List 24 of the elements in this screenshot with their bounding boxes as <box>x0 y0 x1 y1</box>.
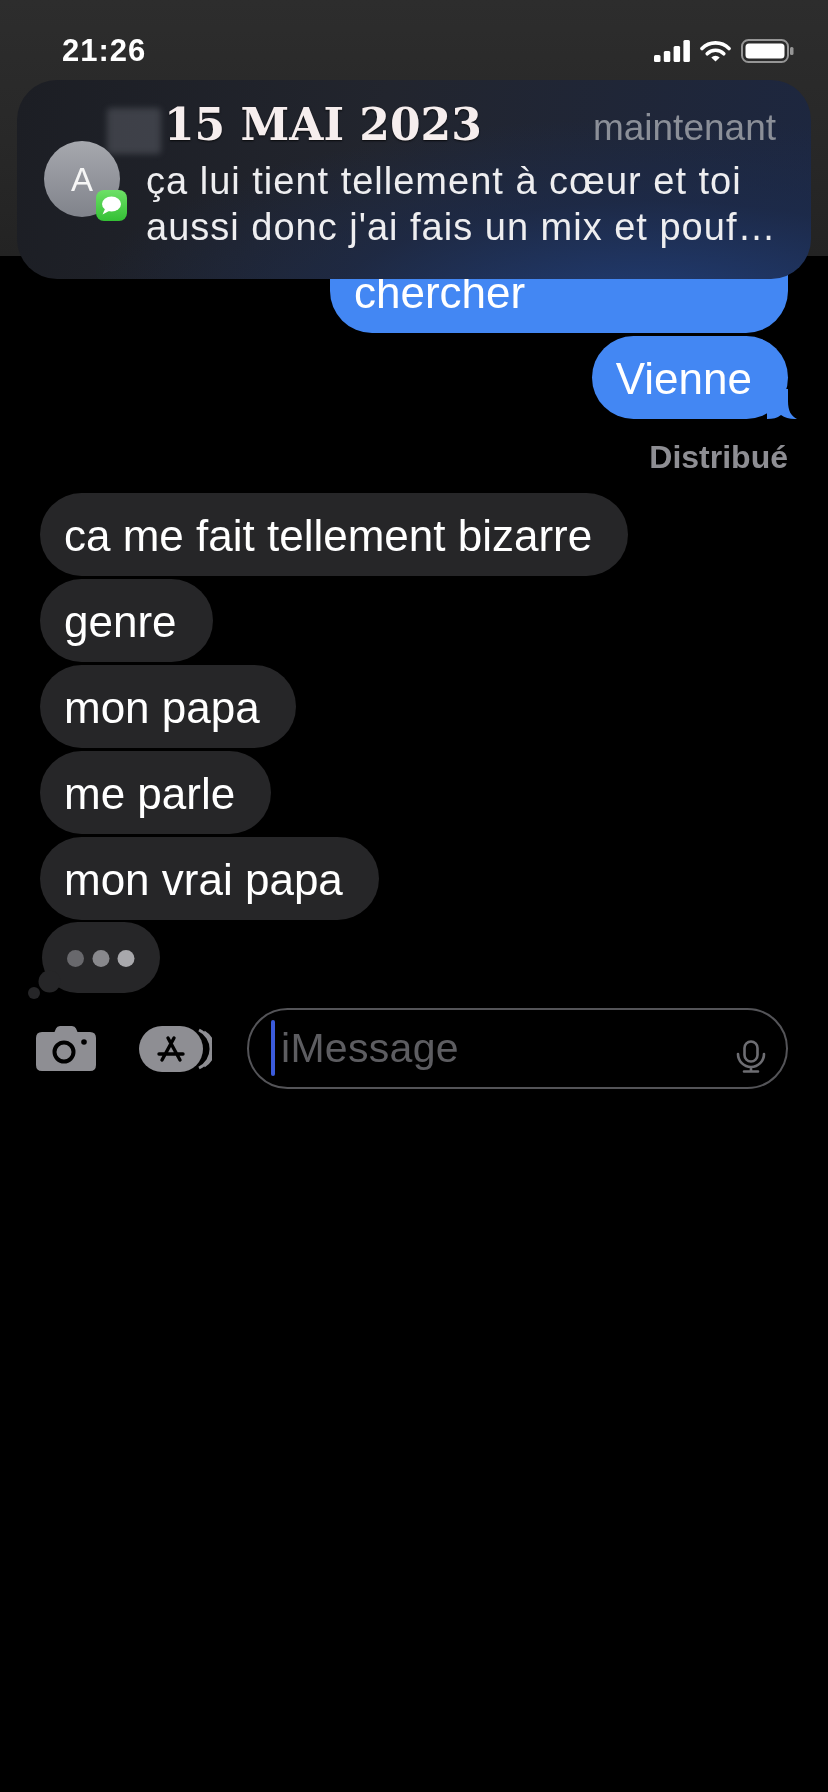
camera-icon[interactable] <box>36 1026 96 1071</box>
notification-message: ça lui tient tellement à cœur et toi aussi donc j'ai fais un mix et pouf… <box>146 159 778 250</box>
microphone-icon[interactable] <box>734 1040 768 1073</box>
message-bubble: ca me fait tellement bizarre <box>40 493 629 576</box>
message-bubble: Vienne <box>591 336 797 419</box>
signal-icon <box>654 40 690 62</box>
message-input[interactable]: iMessage <box>247 1008 788 1089</box>
wifi-icon <box>700 40 731 62</box>
dot-icon <box>92 950 110 967</box>
blurred-patch <box>107 108 161 154</box>
message-bubble: me parle <box>40 751 272 834</box>
apps-icon[interactable] <box>139 1025 212 1072</box>
notification-banner[interactable]: A 15 MAI 2023 maintenant ça lui tient tellement à cœur et toi aussi donc j'ai fais un mix et pouf… <box>17 80 811 279</box>
dot-icon <box>67 950 84 967</box>
dot-icon <box>117 950 135 967</box>
notification-time: maintenant <box>592 106 776 150</box>
date-text: 15 MAI 2023 <box>164 100 482 150</box>
status-time: 21:26 <box>62 33 147 69</box>
message-bubble: mon papa <box>40 665 296 748</box>
delivery-status: Distribué <box>649 438 788 476</box>
message-bubble: mon vrai papa <box>40 837 379 920</box>
chat-bubble-icon <box>96 190 127 221</box>
battery-icon <box>741 39 794 63</box>
message-bubble: genre <box>40 579 213 662</box>
